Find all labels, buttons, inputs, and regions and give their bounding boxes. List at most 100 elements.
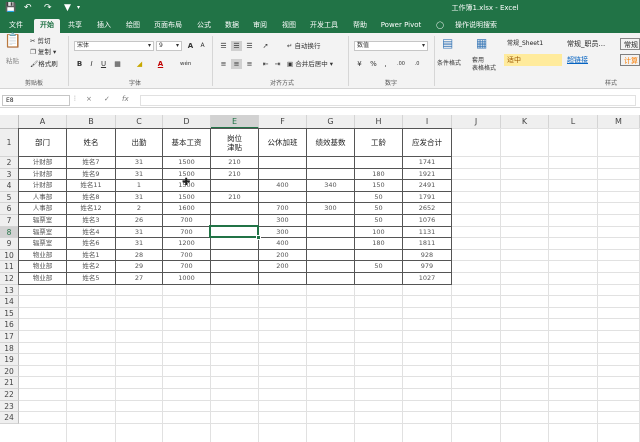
table-cell[interactable]: 210 [211,157,258,168]
table-cell[interactable]: 50 [355,215,402,226]
table-header-cell[interactable]: 姓名 [67,129,115,156]
table-cell[interactable]: 姓名1 [67,250,115,261]
table-cell[interactable]: 2491 [403,180,451,191]
table-cell[interactable]: 人事部 [19,203,66,214]
row-header-15[interactable]: 15 [0,307,19,320]
orientation-icon[interactable]: ➚ [260,41,271,51]
align-left-icon[interactable]: ≡ [218,59,229,69]
tell-me-search[interactable]: 操作说明搜索 [448,19,504,33]
style-hyperlink[interactable]: 超链接 [564,54,618,66]
number-format-select[interactable]: 数值 ▾ [354,41,428,51]
row-header-13[interactable]: 13 [0,284,19,297]
table-cell[interactable]: 1500 [163,157,210,168]
table-cell[interactable] [211,180,258,191]
table-cell[interactable]: 计财部 [19,169,66,180]
row-header-20[interactable]: 20 [0,365,19,378]
table-cell[interactable] [307,215,354,226]
table-cell[interactable]: 人事部 [19,192,66,203]
phonetic-button[interactable]: wén [180,59,191,69]
table-cell[interactable]: 1076 [403,215,451,226]
table-header-cell[interactable]: 出勤 [116,129,162,156]
tab-power-pivot[interactable]: Power Pivot [377,19,425,33]
column-header-j[interactable]: J [452,115,501,129]
table-cell[interactable]: 300 [259,215,306,226]
table-cell[interactable] [307,261,354,272]
row-header-4[interactable]: 4 [0,180,19,192]
table-cell[interactable]: 700 [163,250,210,261]
table-cell[interactable]: 31 [116,238,162,249]
paste-icon[interactable]: 📋 [4,34,21,48]
table-header-cell[interactable]: 岗位 津贴 [211,129,258,156]
table-cell[interactable]: 姓名3 [67,215,115,226]
align-middle-icon[interactable]: ☰ [231,41,242,51]
table-header-cell[interactable]: 基本工资 [163,129,210,156]
row-header-2[interactable]: 2 [0,157,19,169]
tab-file[interactable]: 文件 [4,19,28,33]
column-header-i[interactable]: I [403,115,452,129]
fill-handle[interactable] [256,235,261,241]
table-cell[interactable]: 31 [116,169,162,180]
table-cell[interactable] [355,273,402,284]
table-cell[interactable]: 1200 [163,238,210,249]
wrap-text-button[interactable]: ↵ 自动换行 [287,42,321,51]
table-cell[interactable] [307,169,354,180]
percent-button[interactable]: % [368,59,379,69]
table-cell[interactable]: 1741 [403,157,451,168]
row-header-7[interactable]: 7 [0,215,19,227]
column-header-d[interactable]: D [163,115,211,129]
table-cell[interactable]: 340 [307,180,354,191]
row-header-18[interactable]: 18 [0,342,19,355]
merge-center-button[interactable]: ▣ 合并后居中 ▾ [287,60,333,69]
shrink-font-button[interactable]: A [197,41,208,51]
row-header-6[interactable]: 6 [0,203,19,215]
table-cell[interactable]: 27 [116,273,162,284]
insert-function-icon[interactable]: fx [122,95,129,103]
table-cell[interactable]: 辐票室 [19,238,66,249]
table-cell[interactable] [355,157,402,168]
row-header-22[interactable]: 22 [0,389,19,401]
row-header-9[interactable]: 9 [0,238,19,250]
table-cell[interactable]: 姓名5 [67,273,115,284]
table-cell[interactable]: 计财部 [19,157,66,168]
formula-input[interactable] [140,95,636,106]
format-as-table-icon[interactable]: ▦ [476,37,487,49]
table-cell[interactable]: 979 [403,261,451,272]
format-painter-button[interactable]: 🖌格式刷 [30,60,58,69]
table-cell[interactable]: 180 [355,238,402,249]
table-cell[interactable] [355,250,402,261]
tab-data[interactable]: 数据 [220,19,244,33]
table-cell[interactable]: 1791 [403,192,451,203]
table-cell[interactable]: 700 [163,215,210,226]
style-neutral[interactable]: 适中 [504,54,562,66]
table-cell[interactable]: 计财部 [19,180,66,191]
tab-share[interactable]: 共享 [63,19,87,33]
row-header-19[interactable]: 19 [0,354,19,366]
row-header-24[interactable]: 24 [0,412,19,424]
table-cell[interactable]: 50 [355,192,402,203]
align-top-icon[interactable]: ☰ [218,41,229,51]
table-cell[interactable]: 1811 [403,238,451,249]
table-cell[interactable] [211,273,258,284]
table-cell[interactable]: 700 [163,261,210,272]
column-header-h[interactable]: H [355,115,403,129]
row-header-11[interactable]: 11 [0,261,19,273]
column-header-l[interactable]: L [549,115,598,129]
table-cell[interactable]: 210 [211,192,258,203]
table-cell[interactable]: 1027 [403,273,451,284]
name-box[interactable]: E8 [2,95,70,106]
bold-button[interactable]: B [74,59,85,69]
column-header-c[interactable]: C [116,115,163,129]
row-header-23[interactable]: 23 [0,400,19,413]
tab-formulas[interactable]: 公式 [192,19,216,33]
tab-home[interactable]: 开始 [34,19,60,33]
row-header-14[interactable]: 14 [0,296,19,308]
align-right-icon[interactable]: ≡ [244,59,255,69]
column-header-k[interactable]: K [501,115,549,129]
table-cell[interactable]: 姓名4 [67,227,115,238]
table-cell[interactable] [307,192,354,203]
table-cell[interactable]: 928 [403,250,451,261]
table-cell[interactable]: 200 [259,250,306,261]
table-cell[interactable]: 姓名9 [67,169,115,180]
table-cell[interactable]: 180 [355,169,402,180]
selected-cell-e8[interactable] [209,224,259,239]
